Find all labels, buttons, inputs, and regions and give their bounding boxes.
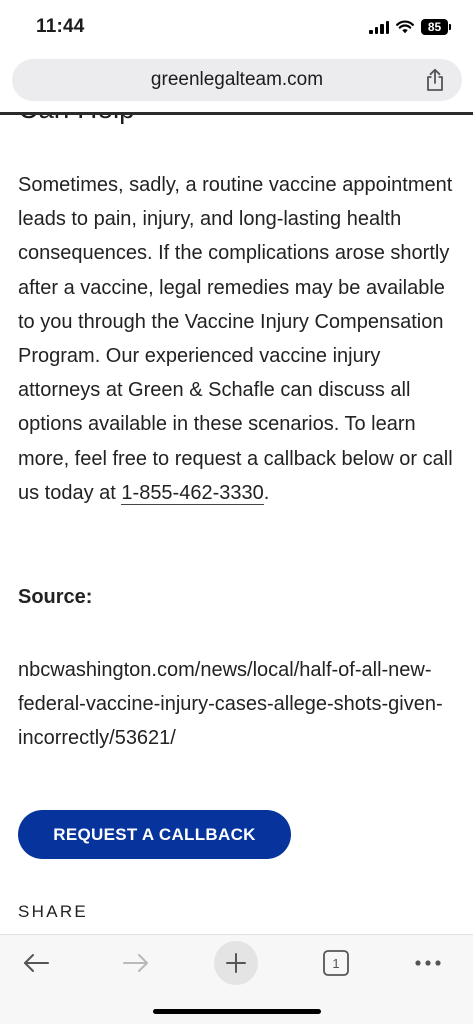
back-arrow-icon [24,954,49,972]
battery-icon: 85 [421,19,451,35]
battery-level: 85 [421,19,448,35]
source-label: Source: [18,586,93,608]
status-time: 11:44 [36,16,85,37]
share-icon[interactable] [424,68,446,92]
phone-link[interactable]: 1-855-462-3330 [121,481,264,505]
status-icons: 85 [369,19,451,35]
request-callback-button[interactable]: REQUEST A CALLBACK [18,810,291,859]
article-content: Can Help Sometimes, sadly, a routine vac… [0,115,473,934]
tab-count: 1 [332,956,339,971]
new-tab-button[interactable] [214,941,258,985]
paragraph-trailing: . [263,481,270,504]
section-heading: Can Help [18,115,135,125]
more-button[interactable] [406,943,450,983]
home-indicator[interactable] [153,1009,321,1014]
source-url: nbcwashington.com/news/local/half-of-all… [18,659,443,750]
forward-arrow-icon [123,954,148,972]
address-bar[interactable]: greenlegalteam.com [12,59,462,101]
status-bar: 11:44 85 [0,0,473,56]
tabs-button[interactable]: 1 [314,943,358,983]
more-dots-icon [415,960,441,966]
forward-button[interactable] [114,943,158,983]
back-button[interactable] [14,943,58,983]
cellular-signal-icon [369,20,389,34]
share-label: SHARE [18,902,89,921]
tabs-icon: 1 [323,950,349,976]
paragraph-text: Sometimes, sadly, a routine vaccine appo… [18,174,453,504]
address-url[interactable]: greenlegalteam.com [12,69,462,91]
plus-icon [226,953,246,973]
article-paragraph: Sometimes, sadly, a routine vaccine appo… [18,168,463,510]
wifi-icon [396,20,414,34]
